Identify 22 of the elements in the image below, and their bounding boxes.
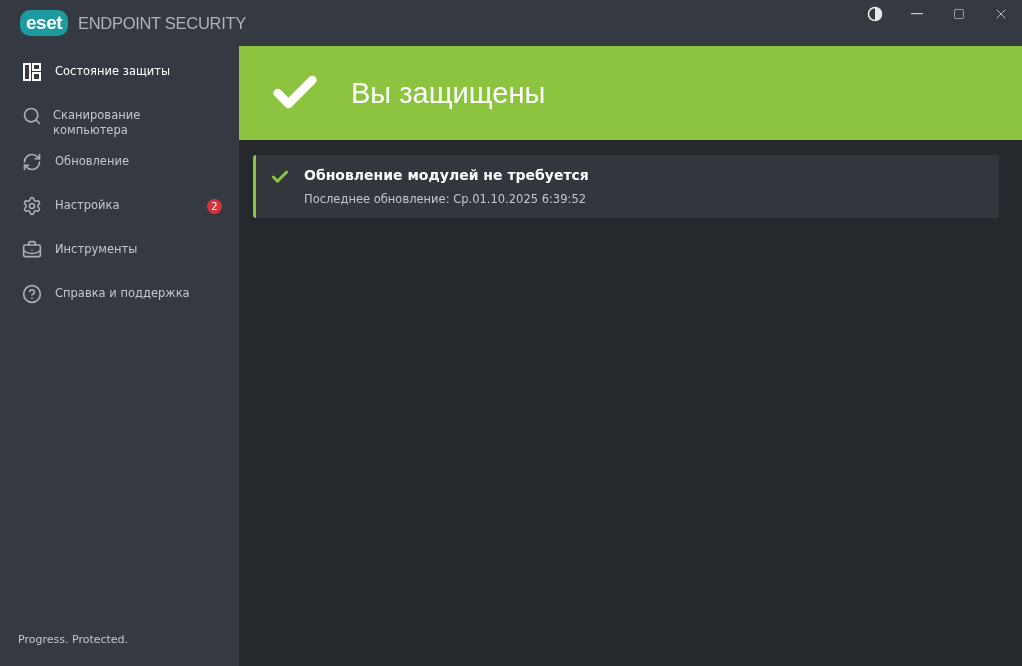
maximize-icon — [953, 8, 965, 20]
dashboard-icon — [22, 62, 42, 82]
sidebar-item[interactable]: Настройка 2 — [0, 190, 239, 234]
product-name: ENDPOINT SECURITY — [78, 13, 246, 33]
sidebar-item[interactable]: Инструменты — [0, 234, 239, 278]
card-title: Обновление модулей не требуется — [304, 167, 589, 183]
sidebar-item[interactable]: Состояние защиты — [0, 56, 239, 100]
logo: eset — [20, 10, 69, 36]
help-icon — [22, 284, 42, 304]
settings-icon — [22, 196, 42, 216]
contrast-icon — [867, 6, 883, 22]
briefcase-icon — [22, 240, 42, 260]
sidebar-item[interactable]: Сканирование компьютера — [0, 100, 239, 146]
sidebar-item[interactable]: Справка и поддержка — [0, 278, 239, 322]
tagline: Progress. Protected. — [17, 633, 130, 648]
card-detail: Последнее обновление: Ср.01.10.2025 6:39:52 — [304, 192, 587, 206]
banner-title: Вы защищены — [351, 76, 546, 110]
refresh-icon — [22, 152, 42, 172]
minimize-icon — [911, 13, 923, 15]
sidebar-item[interactable]: Обновление — [0, 146, 239, 190]
notification-badge: 2 — [207, 199, 222, 214]
search-icon — [22, 106, 42, 126]
